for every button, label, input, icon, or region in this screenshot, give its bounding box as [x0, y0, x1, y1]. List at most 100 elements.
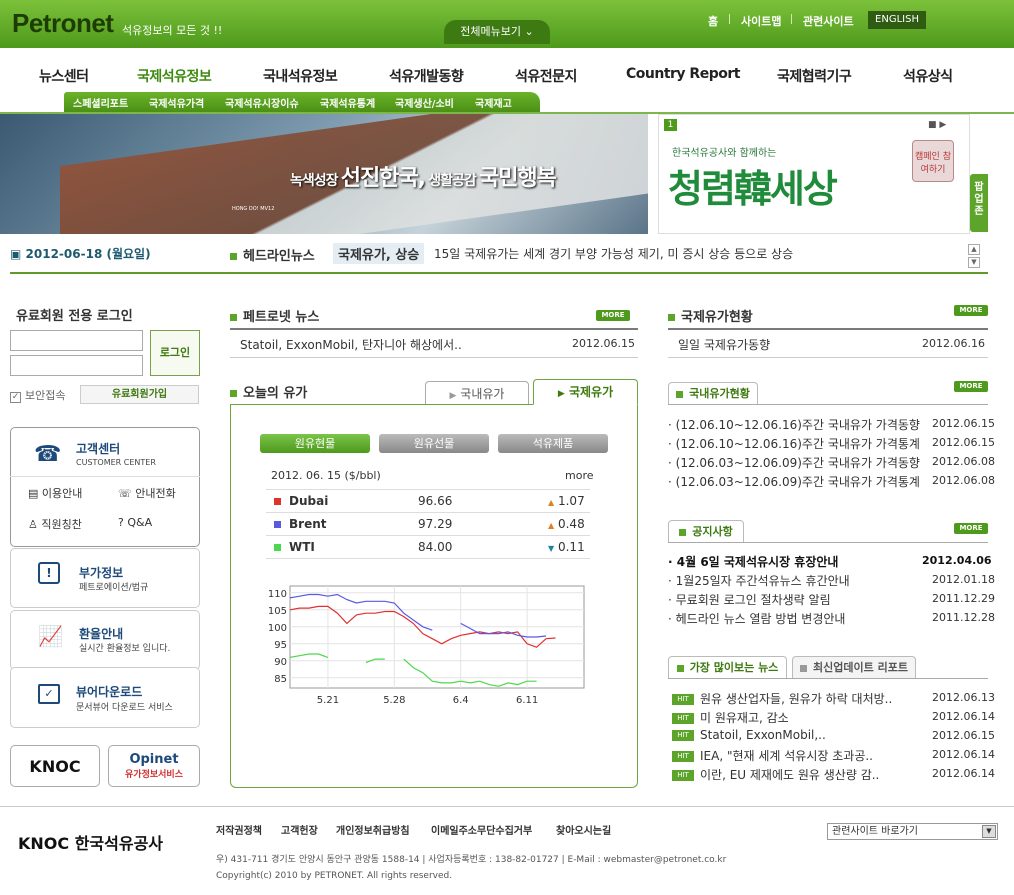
price-more-link[interactable]: more: [565, 469, 594, 482]
footer-customer-charter[interactable]: 고객헌장: [281, 822, 318, 837]
nav-oil-knowledge[interactable]: 석유상식: [903, 66, 953, 86]
domestic-item-date: 2012.06.15: [932, 436, 995, 449]
tab-intl-price[interactable]: ▶ 국제유가: [533, 379, 638, 405]
play-icon[interactable]: ▶: [939, 120, 946, 130]
petronet-news-date: 2012.06.15: [572, 337, 635, 350]
knoc-link[interactable]: KNOC: [10, 745, 100, 787]
nav-country-report[interactable]: Country Report: [626, 66, 740, 82]
intl-price-item[interactable]: 일일 국제유가동향: [678, 336, 770, 353]
domestic-list-item[interactable]: · (12.06.03~12.06.09)주간 국내유가 가격통계: [668, 473, 920, 490]
footer-copyright-policy[interactable]: 저작권정책: [216, 822, 262, 837]
notice-list-item[interactable]: · 무료회원 로그인 절차생략 알림: [668, 591, 831, 608]
domestic-list-item[interactable]: · (12.06.03~12.06.09)주간 국내유가 가격동향: [668, 454, 920, 471]
login-button[interactable]: 로그인: [150, 330, 200, 376]
notice-list-item[interactable]: · 1월25일자 주간석유뉴스 휴간안내: [668, 572, 850, 589]
subnav-market-issue[interactable]: 국제석유시장이슈: [225, 95, 299, 110]
arrow-up-icon[interactable]: ▲: [968, 244, 980, 255]
crude-futures-button[interactable]: 원유선물: [379, 434, 489, 453]
petronet-news-more[interactable]: MORE: [596, 310, 630, 321]
popular-list-item[interactable]: HIT IEA, "현재 세계 석유시장 초과공..: [672, 747, 873, 764]
popular-list-item[interactable]: HIT 이란, EU 제재에도 원유 생산량 감..: [672, 766, 879, 783]
popular-list-item[interactable]: HIT 원유 생산업자들, 원유가 하락 대처방..: [672, 690, 892, 707]
today-oil-price-title: 오늘의 유가: [230, 382, 307, 401]
stop-icon[interactable]: ■: [928, 120, 937, 130]
sitemap-link[interactable]: 사이트맵: [741, 13, 781, 29]
usage-guide-label: 이용안내: [41, 487, 83, 500]
price-value: 97.29: [418, 517, 453, 531]
footer-email-refusal[interactable]: 이메일주소무단수집거부: [431, 822, 532, 837]
all-menu-button[interactable]: 전체메뉴보기 ⌄: [444, 20, 550, 44]
nav-intl-cooperation[interactable]: 국제협력기구: [777, 66, 852, 86]
intl-price-more[interactable]: MORE: [954, 305, 988, 316]
promo-subtitle: 한국석유공사와 함께하는: [672, 148, 777, 159]
home-link[interactable]: 홈: [708, 13, 718, 29]
checkbox-icon[interactable]: ✓: [10, 392, 21, 403]
notice-list-item[interactable]: · 4월 6일 국제석유시장 휴장안내: [668, 553, 838, 570]
nav-oil-journal[interactable]: 석유전문지: [515, 66, 577, 86]
x-tick-label: 6.4: [453, 695, 469, 706]
x-tick-label: 5.28: [383, 695, 405, 706]
guide-call-link[interactable]: ☏ 안내전화: [118, 485, 176, 501]
x-tick-label: 5.21: [317, 695, 339, 706]
domestic-list-item[interactable]: · (12.06.10~12.06.16)주간 국내유가 가격동향: [668, 416, 920, 433]
notice-list-item[interactable]: · 헤드라인 뉴스 열람 방법 변경안내: [668, 610, 845, 627]
crude-spot-button[interactable]: 원유현물: [260, 434, 370, 453]
bullet-icon: [800, 664, 808, 672]
related-sites-link[interactable]: 관련사이트: [803, 13, 854, 29]
tab-most-viewed-news[interactable]: 가장 많이보는 뉴스: [668, 656, 787, 678]
tab-notice[interactable]: 공지사항: [668, 520, 744, 542]
secure-login[interactable]: ✓ 보안접속: [10, 387, 65, 403]
domestic-more[interactable]: MORE: [954, 381, 988, 392]
headline-scroll[interactable]: ▲ ▼: [968, 244, 980, 268]
subnav-inventory[interactable]: 국제재고: [475, 95, 512, 110]
headline-text[interactable]: 15일 국제유가는 세계 경기 부양 가능성 제기, 미 증시 상승 등으로 상…: [434, 245, 793, 262]
petronet-logo[interactable]: Petronet: [12, 8, 114, 39]
english-button[interactable]: ENGLISH: [868, 11, 926, 29]
domestic-list-item[interactable]: · (12.06.10~12.06.16)주간 국내유가 가격통계: [668, 435, 920, 452]
headline-keyword[interactable]: 국제유가, 상승: [333, 243, 425, 264]
notice-more[interactable]: MORE: [954, 523, 988, 534]
customer-center-title[interactable]: 고객센터: [76, 440, 120, 457]
arrow-down-icon[interactable]: ▼: [968, 257, 980, 268]
promo-controls[interactable]: ■ ▶: [928, 120, 946, 130]
subnav-statistics[interactable]: 국제석유통계: [320, 95, 375, 110]
divider: [230, 328, 638, 330]
oil-products-button[interactable]: 석유제품: [498, 434, 608, 453]
subnav-intl-price[interactable]: 국제석유가격: [149, 95, 204, 110]
intl-price-status-title: 국제유가현황: [668, 306, 753, 325]
y-tick-label: 85: [274, 674, 287, 685]
usage-guide-link[interactable]: ▤ 이용안내: [28, 485, 82, 501]
nav-news-center[interactable]: 뉴스센터: [39, 66, 89, 86]
current-date: ▣ 2012-06-18 (월요일): [10, 245, 151, 262]
petronet-news-item[interactable]: Statoil, ExxonMobil, 탄자니아 해상에서..: [240, 336, 462, 353]
related-sites-select[interactable]: 관련사이트 바로가기 ▼: [827, 823, 998, 840]
popup-zone-tab[interactable]: 팝업존: [970, 174, 988, 232]
staff-praise-link[interactable]: ♙ 직원칭찬: [28, 516, 82, 532]
campaign-join-button[interactable]: 캠페인 참여하기: [912, 140, 954, 182]
divider: [729, 14, 730, 24]
popular-list-item[interactable]: HIT Statoil, ExxonMobil,..: [672, 728, 826, 742]
popular-item-date: 2012.06.14: [932, 710, 995, 723]
join-button[interactable]: 유료회원가입: [80, 385, 199, 404]
id-input[interactable]: [10, 330, 143, 351]
nav-oil-development[interactable]: 석유개발동향: [389, 66, 464, 86]
domestic-item-text: (12.06.10~12.06.16)주간 국내유가 가격동향: [675, 418, 920, 432]
hit-badge: HIT: [672, 730, 694, 741]
viewer-download-title: 뷰어다운로드: [76, 685, 143, 699]
opinet-link[interactable]: Opinet 유가정보서비스: [108, 745, 200, 787]
popular-list-item[interactable]: HIT 미 원유재고, 감소: [672, 709, 789, 726]
headset-icon: ☏: [118, 487, 132, 500]
subnav-special-report[interactable]: 스페셜리포트: [73, 95, 128, 110]
tab-latest-report[interactable]: 최신업데이트 리포트: [792, 656, 916, 678]
nav-intl-oil-info[interactable]: 국제석유정보: [137, 66, 212, 86]
subnav-production[interactable]: 국제생산/소비: [395, 95, 454, 110]
nav-domestic-oil-info[interactable]: 국내석유정보: [263, 66, 338, 86]
chevron-down-icon[interactable]: ▼: [982, 825, 996, 838]
qna-link[interactable]: ? Q&A: [118, 516, 152, 529]
footer-directions[interactable]: 찾아오시는길: [556, 822, 611, 837]
tab-domestic-price[interactable]: ▶ 국내유가: [425, 381, 529, 405]
password-input[interactable]: [10, 355, 143, 376]
footer-privacy-policy[interactable]: 개인정보취급방침: [336, 822, 410, 837]
arrow-icon: ▶: [449, 391, 457, 401]
tab-domestic-price-status[interactable]: 국내유가현황: [668, 382, 758, 404]
